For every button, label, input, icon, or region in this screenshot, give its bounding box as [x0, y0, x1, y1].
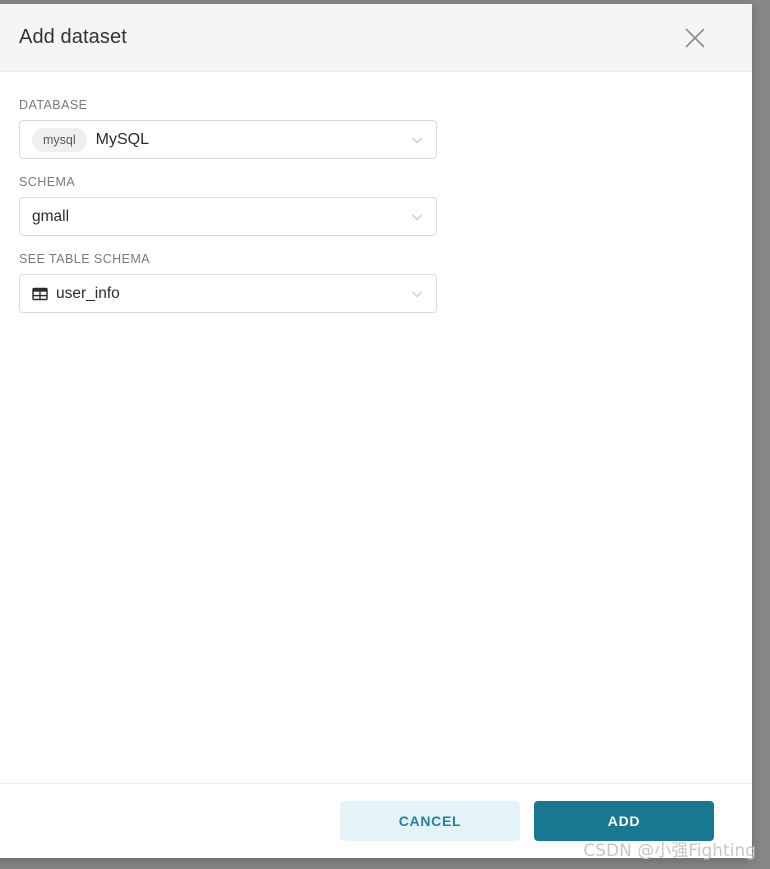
add-button[interactable]: ADD [534, 801, 714, 841]
modal-header: Add dataset [0, 4, 752, 72]
schema-label: SCHEMA [19, 175, 76, 189]
table-icon [32, 286, 48, 302]
table-schema-field: SEE TABLE SCHEMA user_info [19, 252, 725, 313]
add-dataset-modal: Add dataset DATABASE mysql MySQL SCHEMA … [0, 4, 752, 858]
cancel-button[interactable]: CANCEL [340, 801, 520, 841]
table-schema-label: SEE TABLE SCHEMA [19, 252, 151, 266]
database-select-value: MySQL [95, 130, 149, 148]
chevron-down-icon[interactable] [409, 132, 425, 148]
database-engine-tag: mysql [32, 127, 87, 152]
close-icon [682, 25, 708, 51]
modal-title: Add dataset [19, 26, 127, 48]
close-button[interactable] [678, 21, 712, 55]
modal-body: DATABASE mysql MySQL SCHEMA gmall SEE TA… [0, 72, 752, 783]
schema-select-value: gmall [32, 207, 70, 225]
chevron-down-icon[interactable] [409, 209, 425, 225]
database-label: DATABASE [19, 98, 88, 112]
database-field: DATABASE mysql MySQL [19, 98, 725, 159]
modal-footer: CANCEL ADD [0, 783, 752, 858]
schema-field: SCHEMA gmall [19, 175, 725, 236]
chevron-down-icon[interactable] [409, 286, 425, 302]
table-schema-select-value: user_info [56, 284, 120, 302]
schema-select[interactable]: gmall [19, 197, 437, 236]
table-schema-select[interactable]: user_info [19, 274, 437, 313]
database-select[interactable]: mysql MySQL [19, 120, 437, 159]
